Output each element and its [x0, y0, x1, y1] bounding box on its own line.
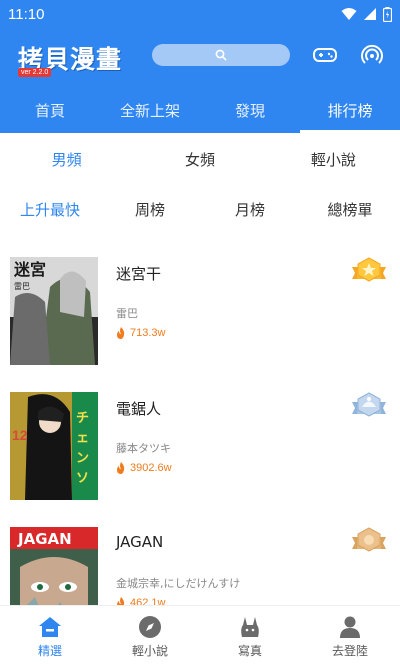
audience-filter: 男頻 女頻 輕小說	[0, 140, 400, 178]
status-time: 11:10	[8, 5, 45, 23]
gamepad-icon	[313, 48, 337, 62]
gold-medal-icon	[350, 255, 388, 289]
ranking-list: 迷宮 雷巴 迷宮干 雷巴 713.3w チ ェ ン ソ 12 電鋸人 藤本タツキ…	[0, 247, 400, 605]
main-tabs: 首頁 全新上架 發現 排行榜	[0, 88, 400, 133]
silver-medal-icon	[350, 390, 388, 424]
filter-rising[interactable]: 上升最快	[0, 191, 100, 227]
cover-image: 迷宮 雷巴	[10, 257, 98, 365]
list-item[interactable]: 迷宮 雷巴 迷宮干 雷巴 713.3w	[0, 247, 400, 365]
app-logo: 拷貝漫畫 ver 2.2.0	[18, 40, 128, 77]
status-bar: 11:10	[0, 0, 400, 28]
cover-image: チ ェ ン ソ 12	[10, 392, 98, 500]
svg-text:チ: チ	[76, 411, 89, 426]
filter-female[interactable]: 女頻	[133, 140, 266, 178]
home-icon	[39, 616, 61, 637]
popularity: 713.3w	[116, 327, 165, 339]
nav-featured[interactable]: 精選	[0, 606, 100, 667]
svg-text:12: 12	[12, 427, 28, 443]
wifi-icon	[341, 8, 357, 20]
item-author: 金城宗幸,にしだけんすけ	[116, 577, 241, 590]
item-title: JAGAN	[116, 533, 164, 551]
filter-light-novel[interactable]: 輕小說	[267, 140, 400, 178]
broadcast-button[interactable]	[359, 42, 385, 68]
filter-male[interactable]: 男頻	[0, 140, 133, 178]
compass-icon	[139, 615, 161, 638]
list-item[interactable]: チ ェ ン ソ 12 電鋸人 藤本タツキ 3902.6w	[0, 382, 400, 500]
svg-text:ソ: ソ	[76, 471, 89, 486]
item-author: 藤本タツキ	[116, 442, 171, 455]
search-bar[interactable]	[152, 44, 290, 66]
bottom-nav: 精選 輕小說 寫真 去登陸	[0, 605, 400, 667]
list-item[interactable]: JAGAN JAGAN 金城宗幸,にしだけんすけ 462.1w	[0, 517, 400, 605]
filter-weekly[interactable]: 周榜	[100, 191, 200, 227]
popularity-value: 462.1w	[130, 597, 166, 605]
bunny-icon	[241, 616, 259, 637]
popularity-value: 3902.6w	[130, 462, 172, 474]
period-filter: 上升最快 周榜 月榜 總榜單	[0, 191, 400, 227]
tab-discover[interactable]: 發現	[200, 88, 300, 133]
popularity-value: 713.3w	[130, 327, 166, 339]
cover-image: JAGAN	[10, 527, 98, 605]
svg-text:雷巴: 雷巴	[14, 282, 30, 291]
popularity: 3902.6w	[116, 462, 172, 474]
item-title: 迷宮干	[116, 265, 162, 283]
popularity: 462.1w	[116, 597, 165, 605]
fire-icon	[117, 462, 125, 474]
item-title: 電鋸人	[116, 400, 162, 418]
bronze-medal-icon	[350, 525, 388, 559]
nav-login[interactable]: 去登陸	[300, 606, 400, 667]
nav-label: 去登陸	[331, 643, 368, 658]
nav-photos[interactable]: 寫真	[200, 606, 300, 667]
nav-label: 精選	[37, 643, 62, 658]
tab-ranking[interactable]: 排行榜	[300, 88, 400, 133]
search-icon	[215, 49, 227, 61]
game-button[interactable]	[312, 42, 338, 68]
user-icon	[340, 616, 360, 638]
nav-light-novel[interactable]: 輕小說	[100, 606, 200, 667]
tab-home[interactable]: 首頁	[0, 88, 100, 133]
fire-icon	[117, 327, 125, 339]
item-author: 雷巴	[116, 307, 138, 320]
broadcast-icon	[361, 44, 383, 64]
fire-icon	[117, 597, 125, 605]
signal-icon	[364, 8, 376, 20]
version-badge: ver 2.2.0	[18, 68, 52, 77]
filter-overall[interactable]: 總榜單	[300, 191, 400, 227]
nav-label: 輕小說	[131, 643, 168, 658]
app-header: 拷貝漫畫 ver 2.2.0 首頁 全新上架 發現 排行榜	[0, 28, 400, 133]
svg-text:JAGAN: JAGAN	[17, 530, 72, 548]
battery-icon	[383, 6, 392, 22]
svg-text:迷宮: 迷宮	[13, 260, 46, 279]
status-icons	[341, 6, 392, 22]
tab-new-releases[interactable]: 全新上架	[100, 88, 200, 133]
svg-text:ェ: ェ	[76, 431, 89, 446]
svg-text:ン: ン	[76, 451, 89, 466]
nav-label: 寫真	[237, 643, 262, 658]
filter-monthly[interactable]: 月榜	[200, 191, 300, 227]
